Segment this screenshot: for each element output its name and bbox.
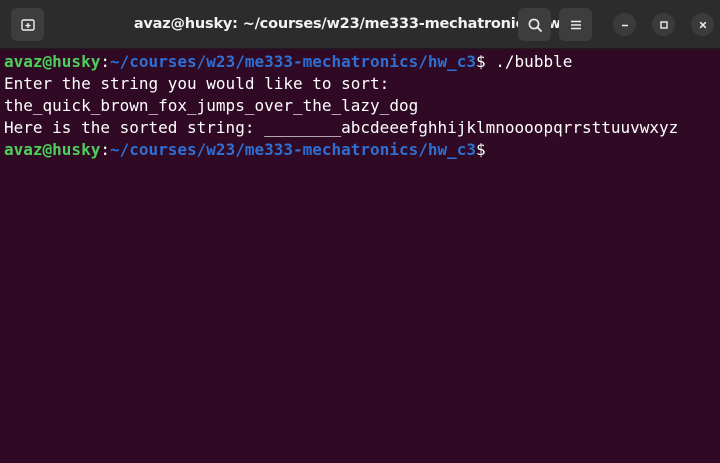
maximize-button[interactable] bbox=[652, 13, 675, 36]
output-line: Enter the string you would like to sort: bbox=[4, 74, 390, 93]
prompt-user-host: avaz@husky bbox=[4, 52, 101, 71]
new-tab-icon bbox=[20, 18, 35, 31]
prompt-separator: : bbox=[100, 52, 110, 71]
prompt-dollar: $ bbox=[476, 140, 486, 159]
prompt-separator: : bbox=[100, 140, 110, 159]
prompt-dollar: $ bbox=[476, 52, 496, 71]
title-bar: avaz@husky: ~/courses/w23/me333-mechatro… bbox=[0, 0, 720, 49]
prompt-user-host: avaz@husky bbox=[4, 140, 101, 159]
new-tab-button[interactable] bbox=[11, 8, 44, 41]
prompt-line: avaz@husky:~/courses/w23/me333-mechatron… bbox=[4, 51, 720, 73]
prompt-path: ~/courses/w23/me333-mechatronics/hw_c3 bbox=[109, 140, 477, 159]
close-icon bbox=[699, 21, 706, 28]
terminal-content[interactable]: avaz@husky:~/courses/w23/me333-mechatron… bbox=[0, 50, 720, 463]
command-text: ./bubble bbox=[495, 52, 573, 71]
search-icon bbox=[528, 18, 542, 32]
menu-button[interactable] bbox=[559, 8, 592, 41]
search-button[interactable] bbox=[518, 8, 551, 41]
terminal-window: avaz@husky: ~/courses/w23/me333-mechatro… bbox=[0, 0, 720, 463]
minimize-icon bbox=[621, 24, 628, 26]
maximize-icon bbox=[659, 20, 668, 29]
minimize-button[interactable] bbox=[613, 13, 636, 36]
hamburger-menu-icon bbox=[570, 20, 581, 29]
window-title: avaz@husky: ~/courses/w23/me333-mechatro… bbox=[133, 16, 587, 32]
prompt-path: ~/courses/w23/me333-mechatronics/hw_c3 bbox=[109, 52, 477, 71]
output-line: Here is the sorted string: ________abcde… bbox=[4, 118, 679, 137]
close-button[interactable] bbox=[691, 13, 714, 36]
output-line: the_quick_brown_fox_jumps_over_the_lazy_… bbox=[4, 96, 419, 115]
prompt-line: avaz@husky:~/courses/w23/me333-mechatron… bbox=[4, 139, 720, 161]
